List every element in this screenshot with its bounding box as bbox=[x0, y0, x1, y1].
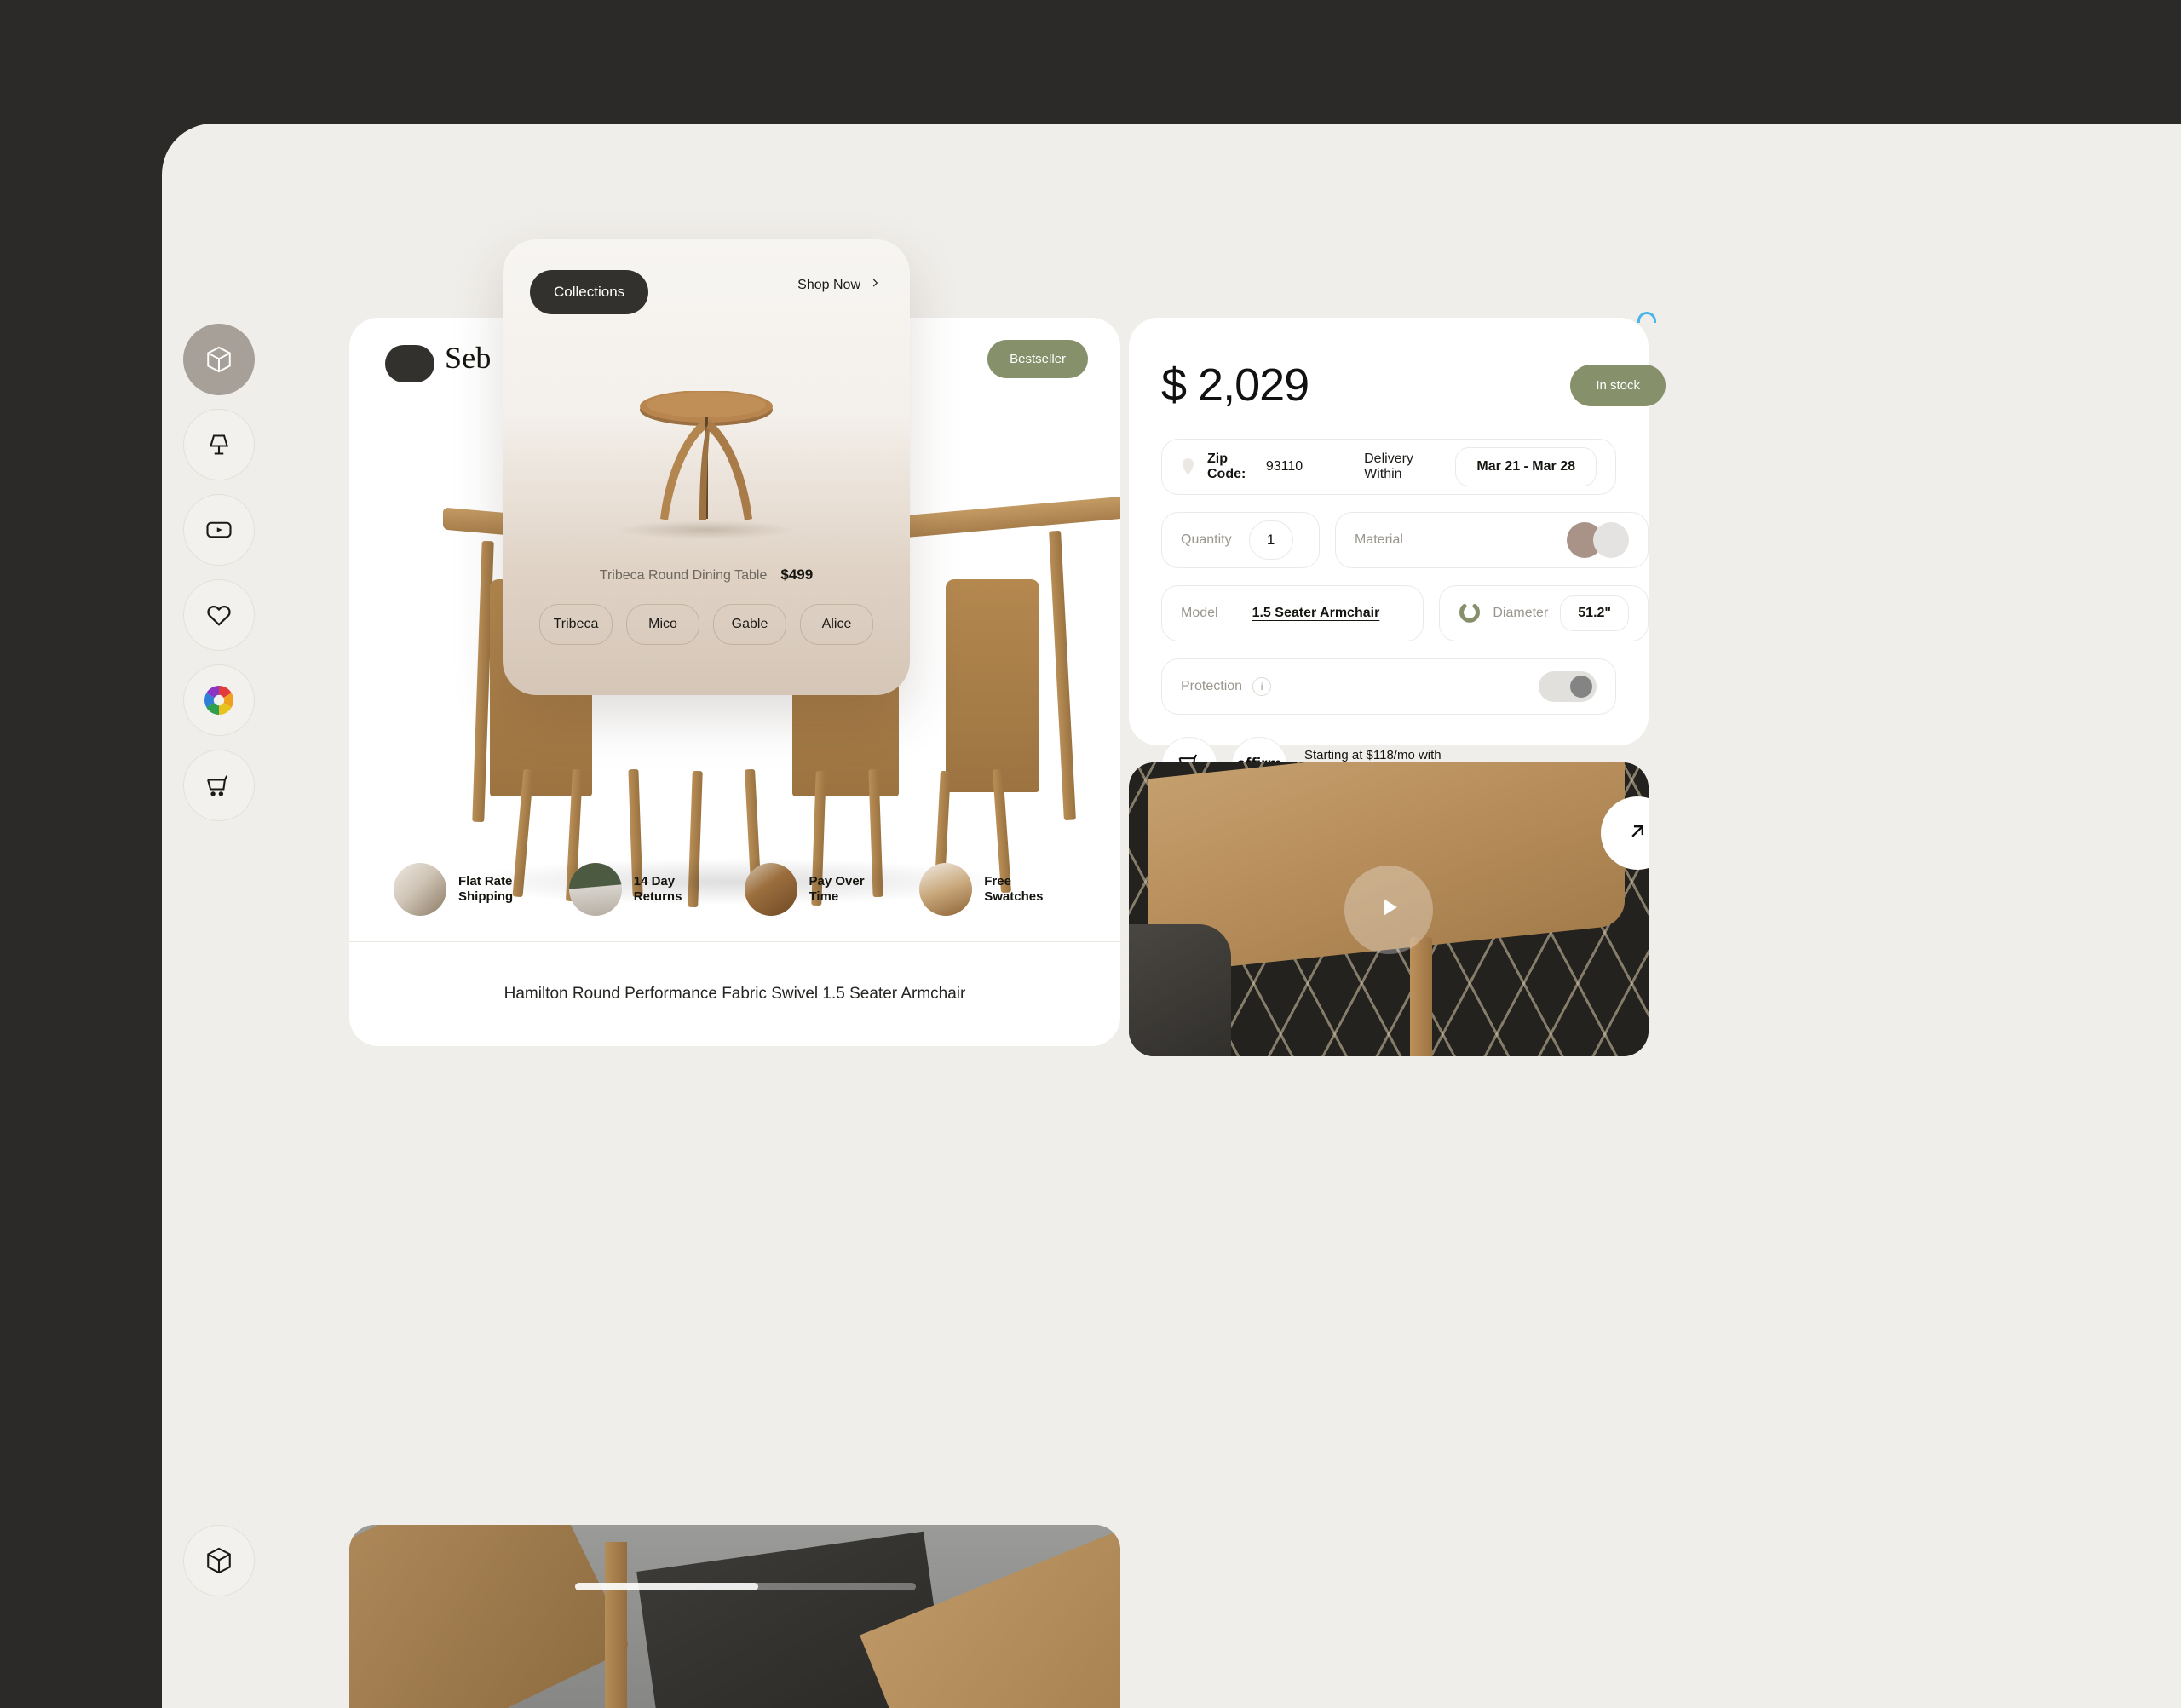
overlay-table-render bbox=[630, 390, 783, 532]
collection-chips: Tribeca Mico Gable Alice bbox=[503, 604, 910, 645]
collection-chip-gable[interactable]: Gable bbox=[713, 604, 786, 645]
delivery-window-value[interactable]: Mar 21 - Mar 28 bbox=[1455, 447, 1597, 486]
play-icon bbox=[1374, 893, 1403, 926]
product-title: Hamilton Round Performance Fabric Swivel… bbox=[504, 985, 966, 1003]
diameter-value[interactable]: 51.2" bbox=[1560, 595, 1629, 631]
arrow-up-right-icon bbox=[1626, 819, 1649, 848]
delivery-box: Zip Code: 93110 Delivery Within Mar 21 -… bbox=[1161, 439, 1616, 495]
model-value[interactable]: 1.5 Seater Armchair bbox=[1252, 606, 1380, 621]
status-badge: In stock bbox=[1570, 364, 1666, 406]
material-box: Material bbox=[1335, 512, 1649, 568]
location-pin-icon bbox=[1181, 457, 1195, 476]
info-icon[interactable]: i bbox=[1252, 677, 1272, 696]
protection-label: Protection bbox=[1181, 679, 1243, 693]
video-preview-card[interactable] bbox=[1129, 762, 1649, 1056]
sidebar-rail-bottom bbox=[183, 1525, 255, 1596]
collections-button[interactable]: Collections bbox=[530, 270, 649, 314]
collection-chip-tribeca[interactable]: Tribeca bbox=[539, 604, 613, 645]
feature-item[interactable]: 14 Day Returns bbox=[568, 862, 726, 916]
payment-monthly-text: Starting at $118/mo with bbox=[1304, 748, 1442, 762]
video-icon bbox=[204, 515, 234, 545]
collection-chip-mico[interactable]: Mico bbox=[626, 604, 699, 645]
feature-label: Flat Rate Shipping bbox=[458, 873, 514, 904]
overlay-product-name: Tribeca Round Dining Table bbox=[599, 568, 768, 583]
sidebar-item-video[interactable] bbox=[183, 494, 255, 566]
protection-toggle[interactable] bbox=[1539, 671, 1597, 702]
diameter-icon bbox=[1459, 602, 1481, 624]
feature-item[interactable]: Flat Rate Shipping bbox=[394, 862, 550, 916]
bedding-thumb bbox=[394, 862, 446, 916]
shop-now-label: Shop Now bbox=[797, 277, 860, 292]
chevron-right-icon bbox=[869, 277, 881, 293]
wood-detail-thumb bbox=[744, 862, 797, 916]
sidebar-rail bbox=[183, 324, 268, 821]
feature-item[interactable]: Free Swatches bbox=[919, 862, 1076, 916]
diameter-label: Diameter bbox=[1493, 606, 1549, 620]
product-details-panel: $ 2,029 In stock Zip Code: 93110 Deliver… bbox=[1129, 312, 1666, 793]
gallery-scrollbar-thumb[interactable] bbox=[575, 1583, 758, 1590]
collection-chip-alice[interactable]: Alice bbox=[800, 604, 873, 645]
zip-code-value[interactable]: 93110 bbox=[1266, 459, 1303, 474]
hero-leg bbox=[1049, 530, 1076, 821]
video-chair bbox=[1129, 924, 1231, 1056]
bestseller-badge: Bestseller bbox=[987, 340, 1088, 378]
sidebar-item-cube-3d-bottom[interactable] bbox=[183, 1525, 255, 1596]
brand-name: Seb bbox=[445, 341, 492, 375]
gallery-scrollbar[interactable] bbox=[575, 1583, 916, 1590]
play-button[interactable] bbox=[1344, 865, 1433, 954]
color-wheel-icon bbox=[202, 683, 236, 717]
material-swatches bbox=[1567, 522, 1629, 558]
material-swatch-ivory[interactable] bbox=[1593, 522, 1629, 558]
sidebar-item-lamp[interactable] bbox=[183, 409, 255, 480]
feature-label: 14 Day Returns bbox=[633, 873, 682, 904]
diameter-box: Diameter 51.2" bbox=[1439, 585, 1649, 641]
lamp-icon bbox=[204, 429, 234, 460]
bottom-gallery-card[interactable] bbox=[349, 1525, 1120, 1708]
overlay-table-shadow bbox=[617, 520, 796, 539]
quantity-stepper[interactable]: 1 bbox=[1248, 520, 1293, 560]
zip-code-label: Zip Code: bbox=[1207, 451, 1246, 481]
model-diameter-row: Model 1.5 Seater Armchair Diameter 51.2" bbox=[1161, 585, 1649, 641]
sidebar-item-cube-3d[interactable] bbox=[183, 324, 255, 395]
cube-icon bbox=[204, 1545, 234, 1576]
affirm-arc-icon bbox=[1637, 312, 1656, 323]
delivery-within-label: Delivery Within bbox=[1364, 451, 1413, 481]
dining-room-thumb bbox=[919, 862, 973, 916]
video-table-leg bbox=[1410, 937, 1432, 1056]
feature-strip: Flat Rate Shipping 14 Day Returns Pay Ov… bbox=[349, 837, 1120, 941]
sidebar-item-colors[interactable] bbox=[183, 664, 255, 736]
model-box: Model 1.5 Seater Armchair bbox=[1161, 585, 1424, 641]
protection-box: Protection i bbox=[1161, 658, 1616, 715]
quantity-box: Quantity 1 bbox=[1161, 512, 1320, 568]
heart-icon bbox=[204, 600, 234, 630]
price-row: $ 2,029 In stock bbox=[1161, 352, 1666, 418]
bottom-card-leg bbox=[605, 1542, 627, 1708]
material-label: Material bbox=[1355, 532, 1403, 547]
feature-item[interactable]: Pay Over Time bbox=[744, 862, 901, 916]
overlay-product-meta: Tribeca Round Dining Table $499 bbox=[503, 566, 910, 584]
collections-overlay-card: Collections Shop Now Tribeca Round Dinin… bbox=[503, 239, 910, 695]
bedroom-thumb bbox=[568, 862, 622, 916]
model-label: Model bbox=[1181, 606, 1218, 620]
quantity-label: Quantity bbox=[1181, 532, 1232, 547]
toggle-knob bbox=[1570, 676, 1592, 698]
overlay-product-price: $499 bbox=[780, 566, 814, 583]
feature-label: Free Swatches bbox=[984, 873, 1044, 904]
cube-icon bbox=[204, 344, 234, 375]
protection-left: Protection i bbox=[1181, 677, 1272, 696]
shop-now-link[interactable]: Shop Now bbox=[797, 277, 881, 293]
brand-logo-pill bbox=[385, 345, 434, 382]
hero-chair bbox=[946, 579, 1039, 792]
feature-label: Pay Over Time bbox=[809, 873, 865, 904]
product-price: $ 2,029 bbox=[1161, 359, 1309, 411]
sidebar-item-cart[interactable] bbox=[183, 750, 255, 821]
quantity-material-row: Quantity 1 Material bbox=[1161, 512, 1649, 568]
sidebar-item-favorites[interactable] bbox=[183, 579, 255, 651]
cart-icon bbox=[204, 770, 234, 801]
app-shell: Seb Bestseller Flat Rate Shipping 14 Day… bbox=[162, 124, 2181, 1708]
